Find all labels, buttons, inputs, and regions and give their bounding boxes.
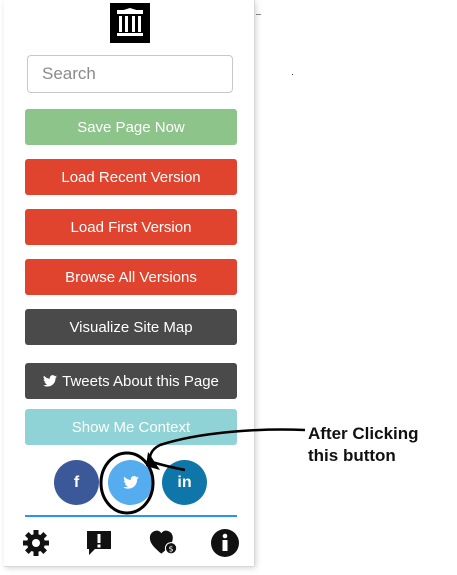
annotation-text: After Clicking this button	[308, 424, 419, 465]
annotation-arrow	[99, 428, 306, 515]
